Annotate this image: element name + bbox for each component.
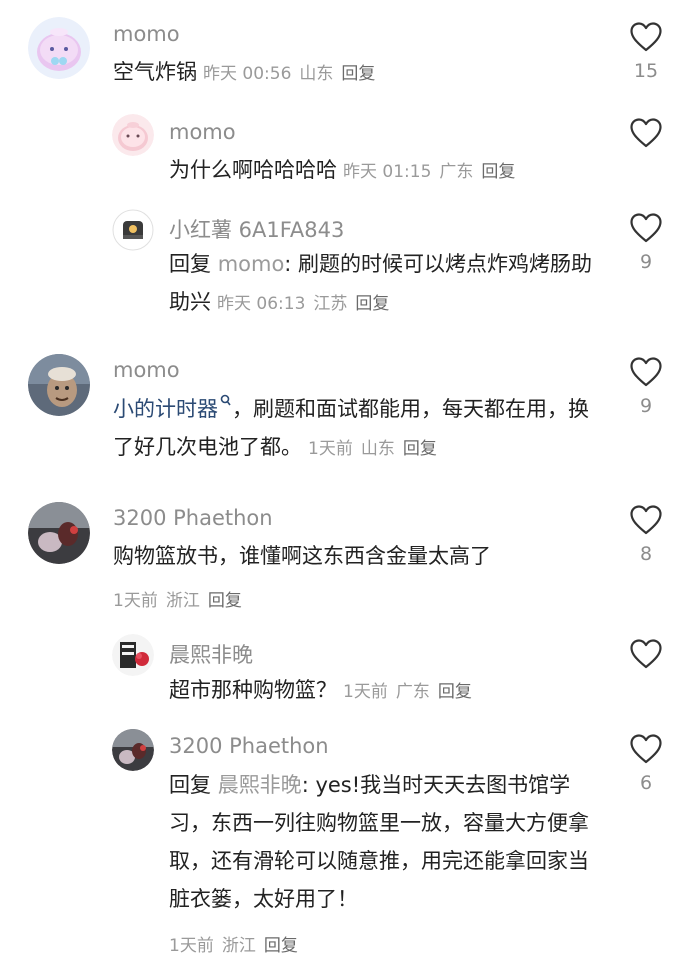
timestamp: 1天前 — [169, 936, 214, 956]
location: 山东 — [360, 439, 395, 459]
comment-body: 空气炸锅 — [113, 60, 197, 84]
like-button[interactable] — [626, 118, 666, 178]
timestamp: 昨天 00:56 — [203, 64, 292, 84]
like-button[interactable]: 15 — [626, 22, 666, 82]
username[interactable]: 3200 Phaethon — [113, 506, 273, 530]
username[interactable]: 晨熙非晚 — [169, 639, 253, 669]
like-count: 6 — [639, 772, 653, 794]
timestamp: 昨天 01:15 — [343, 162, 432, 182]
username[interactable]: 3200 Phaethon — [169, 734, 329, 758]
like-count: 9 — [639, 395, 653, 417]
avatar[interactable] — [112, 114, 154, 156]
like-button[interactable]: 6 — [626, 734, 666, 794]
reply-button[interactable]: 回复 — [481, 162, 515, 182]
like-button[interactable]: 9 — [626, 213, 666, 273]
product-link-text: 小的计时器 — [113, 397, 218, 421]
username[interactable]: 小红薯 6A1FA843 — [169, 214, 344, 244]
heart-outline-icon — [630, 639, 662, 669]
location: 山东 — [299, 64, 334, 84]
location: 广东 — [395, 682, 430, 702]
heart-outline-icon — [630, 734, 662, 764]
search-icon — [220, 394, 231, 406]
reply-button[interactable]: 回复 — [438, 682, 472, 702]
heart-outline-icon — [630, 357, 662, 387]
comment-meta: 1天前 浙江 回复 — [113, 586, 250, 611]
comment-text: 回复 晨熙非晚: yes!我当时天天去图书馆学习，东西一列往购物篮里一放，容量大… — [169, 766, 594, 918]
heart-outline-icon — [630, 22, 662, 52]
comment-meta: 昨天 01:15 广东 回复 — [343, 162, 523, 182]
comment-body: 购物篮放书，谁懂啊这东西含金量太高了 — [113, 544, 491, 568]
location: 广东 — [439, 162, 474, 182]
comment-body: 超市那种购物篮？ — [169, 678, 337, 702]
comment-text: 空气炸锅 昨天 00:56 山东 回复 — [113, 53, 593, 93]
like-button[interactable]: 9 — [626, 357, 666, 417]
comment-meta: 1天前 山东 回复 — [308, 439, 445, 459]
username[interactable]: momo — [113, 358, 180, 382]
timestamp: 1天前 — [343, 682, 388, 702]
like-count: 9 — [639, 251, 653, 273]
like-count — [626, 156, 666, 178]
reply-prefix: 回复 — [169, 773, 211, 797]
reply-button[interactable]: 回复 — [355, 294, 389, 314]
mention[interactable]: momo — [218, 252, 285, 276]
avatar[interactable] — [112, 209, 154, 251]
mention[interactable]: 晨熙非晚 — [218, 773, 302, 797]
comment-text: 超市那种购物篮？ 1天前 广东 回复 — [169, 671, 594, 711]
comment-meta: 昨天 00:56 山东 回复 — [203, 64, 383, 84]
avatar[interactable] — [112, 729, 154, 771]
product-link[interactable]: 小的计时器 — [113, 394, 232, 421]
comment-text: 回复 momo: 刷题的时候可以烤点炸鸡烤肠助助兴 昨天 06:13 江苏 回复 — [169, 245, 594, 323]
like-button[interactable]: 8 — [626, 505, 666, 565]
comment-body: 为什么啊哈哈哈哈 — [169, 158, 337, 182]
comment-meta: 1天前 浙江 回复 — [169, 931, 306, 956]
avatar[interactable] — [28, 17, 90, 79]
location: 浙江 — [165, 591, 200, 611]
comment-text: 小的计时器 ，刷题和面试都能用，每天都在用，换了好几次电池了都。 1天前 山东 回复 — [113, 390, 593, 468]
reply-button[interactable]: 回复 — [341, 64, 375, 84]
avatar[interactable] — [112, 634, 154, 676]
like-button[interactable] — [626, 639, 666, 699]
like-count: 15 — [633, 60, 659, 82]
username[interactable]: momo — [169, 120, 236, 144]
reply-button[interactable]: 回复 — [403, 439, 437, 459]
like-count: 8 — [639, 543, 653, 565]
heart-outline-icon — [630, 505, 662, 535]
username[interactable]: momo — [113, 22, 180, 46]
heart-outline-icon — [630, 118, 662, 148]
avatar[interactable] — [28, 502, 90, 564]
location: 浙江 — [221, 936, 256, 956]
comment-text: 为什么啊哈哈哈哈 昨天 01:15 广东 回复 — [169, 151, 594, 191]
comment-text: 购物篮放书，谁懂啊这东西含金量太高了 — [113, 537, 593, 575]
reply-button[interactable]: 回复 — [208, 591, 242, 611]
comment-meta: 1天前 广东 回复 — [343, 682, 480, 702]
timestamp: 1天前 — [308, 439, 353, 459]
location: 江苏 — [313, 294, 348, 314]
avatar[interactable] — [28, 354, 90, 416]
reply-prefix: 回复 — [169, 252, 211, 276]
heart-outline-icon — [630, 213, 662, 243]
comment-meta: 昨天 06:13 江苏 回复 — [217, 294, 397, 314]
reply-button[interactable]: 回复 — [264, 936, 298, 956]
timestamp: 1天前 — [113, 591, 158, 611]
like-count — [626, 677, 666, 699]
timestamp: 昨天 06:13 — [217, 294, 306, 314]
